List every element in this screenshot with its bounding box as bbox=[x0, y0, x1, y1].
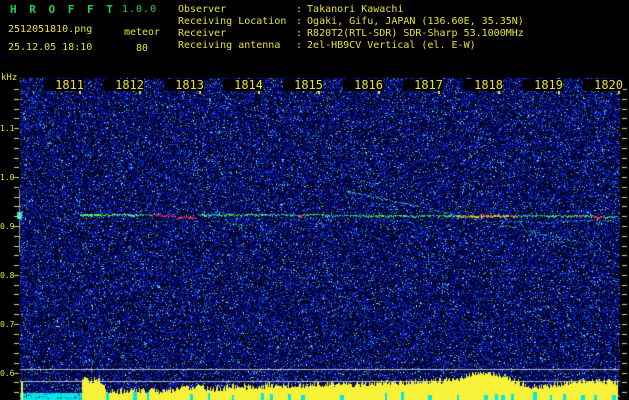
freq-label: 0.7 bbox=[0, 320, 15, 329]
info-value: 2el-HB9CV Vertical (el. E-W) bbox=[307, 40, 476, 51]
app-version: 1.0.0 bbox=[122, 4, 158, 15]
info-value: Takanori Kawachi bbox=[307, 4, 404, 15]
time-label: 1813 bbox=[164, 79, 204, 91]
observation-datetime: 25.12.05 18:10 bbox=[8, 42, 93, 53]
time-label: 1820 bbox=[583, 79, 623, 91]
freq-label: 0.9 bbox=[0, 222, 15, 231]
spectrogram-canvas bbox=[0, 0, 629, 400]
info-row: Receiver: R820T2(RTL-SDR) SDR-Sharp 53.10… bbox=[178, 28, 524, 40]
freq-label: 1.0 bbox=[0, 173, 15, 182]
time-label: 1817 bbox=[403, 79, 443, 91]
time-label: 1815 bbox=[283, 79, 323, 91]
freq-label: 0.8 bbox=[0, 271, 15, 280]
info-label: Receiving Location bbox=[178, 16, 287, 27]
freq-label: 1.1 bbox=[0, 124, 15, 133]
info-value: R820T2(RTL-SDR) SDR-Sharp 53.1000MHz bbox=[307, 28, 524, 39]
info-separator: : bbox=[296, 28, 303, 39]
station-info: Observer: Takanori Kawachi Receiving Locat… bbox=[178, 4, 524, 52]
info-row: Receiving antenna:2el-HB9CV Vertical (el… bbox=[178, 40, 524, 52]
info-label: Receiving antenna bbox=[178, 40, 281, 51]
time-label: 1814 bbox=[223, 79, 263, 91]
freq-unit-label: kHz bbox=[1, 73, 18, 83]
info-row: Observer: Takanori Kawachi bbox=[178, 4, 524, 16]
time-label: 1819 bbox=[523, 79, 563, 91]
hrofft-screen: H R O F F T 1.0.0 2512051810.png meteor … bbox=[0, 0, 629, 400]
time-label: 1816 bbox=[343, 79, 383, 91]
info-label: Observer bbox=[178, 4, 227, 15]
gain-value: 80 bbox=[135, 43, 149, 54]
output-filename: 2512051810.png bbox=[8, 24, 93, 35]
time-label: 1812 bbox=[104, 79, 144, 91]
info-row: Receiving Location: Ogaki, Gifu, JAPAN (1… bbox=[178, 16, 524, 28]
info-separator: : bbox=[296, 4, 303, 15]
time-label: 1818 bbox=[463, 79, 503, 91]
info-separator: : bbox=[296, 16, 303, 27]
info-value: Ogaki, Gifu, JAPAN (136.60E, 35.35N) bbox=[307, 16, 524, 27]
app-title: H R O F F T bbox=[10, 3, 116, 16]
info-separator: : bbox=[296, 40, 303, 51]
mode-label: meteor bbox=[123, 27, 161, 38]
freq-label: 0.6 bbox=[0, 369, 15, 378]
time-label: 1811 bbox=[44, 79, 84, 91]
info-label: Receiver bbox=[178, 28, 227, 39]
